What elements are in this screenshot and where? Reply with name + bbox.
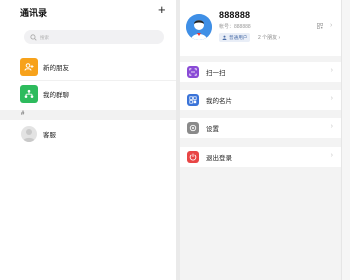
chevron-right-icon: ›	[330, 95, 333, 102]
chevron-right-icon: ›	[330, 123, 333, 130]
friends-count[interactable]: 2 个朋友 ›	[258, 34, 280, 41]
search-bar[interactable]	[24, 30, 164, 44]
business-card-label: 我的名片	[206, 98, 232, 105]
user-role-badge: 普通用户	[219, 33, 251, 42]
scan-icon	[187, 66, 199, 78]
search-icon	[30, 33, 37, 41]
qr-code-icon[interactable]	[317, 23, 323, 29]
business-card-menu-item[interactable]: 我的名片 ›	[180, 90, 341, 110]
new-friends-item[interactable]: 新的朋友	[0, 54, 176, 80]
user-account: 帐号：888888	[219, 24, 251, 30]
group-chat-icon	[20, 85, 38, 103]
group-chats-label: 我的群聊	[43, 92, 69, 99]
business-card-icon	[187, 94, 199, 106]
group-chats-item[interactable]: 我的群聊	[0, 81, 176, 107]
user-avatar	[186, 14, 212, 40]
me-panel: 888888 帐号：888888 普通用户 2 个朋友 › › 扫一扫 › 我的…	[180, 0, 341, 280]
user-role-label: 普通用户	[229, 34, 248, 40]
section-header: #	[0, 110, 176, 120]
user-icon	[222, 35, 227, 40]
scrollbar[interactable]	[341, 0, 350, 280]
contact-item-kefu[interactable]: 客服	[0, 121, 176, 147]
chevron-right-icon: ›	[330, 22, 333, 29]
settings-icon	[187, 122, 199, 134]
default-avatar-icon	[21, 126, 37, 142]
settings-menu-item[interactable]: 设置 ›	[180, 118, 341, 138]
search-input[interactable]	[40, 34, 160, 40]
logout-icon	[187, 151, 199, 163]
plus-icon: +	[158, 2, 166, 17]
user-name: 888888	[219, 10, 251, 20]
logout-label: 退出登录	[206, 155, 232, 162]
scan-label: 扫一扫	[206, 70, 226, 77]
section-letter: #	[21, 111, 25, 117]
profile-card[interactable]: 888888 帐号：888888 普通用户 2 个朋友 › ›	[180, 0, 341, 56]
contact-name: 客服	[43, 132, 56, 139]
add-friend-icon	[20, 58, 38, 76]
new-friends-label: 新的朋友	[43, 65, 69, 72]
chevron-right-icon: ›	[330, 67, 333, 74]
contacts-title: 通讯录	[20, 8, 48, 18]
logout-menu-item[interactable]: 退出登录 ›	[180, 147, 341, 167]
contacts-panel: 通讯录 + 新的朋友	[0, 0, 176, 280]
settings-label: 设置	[206, 126, 219, 133]
add-contact-button[interactable]: +	[158, 2, 166, 18]
scan-menu-item[interactable]: 扫一扫 ›	[180, 62, 341, 82]
chevron-right-icon: ›	[330, 152, 333, 159]
